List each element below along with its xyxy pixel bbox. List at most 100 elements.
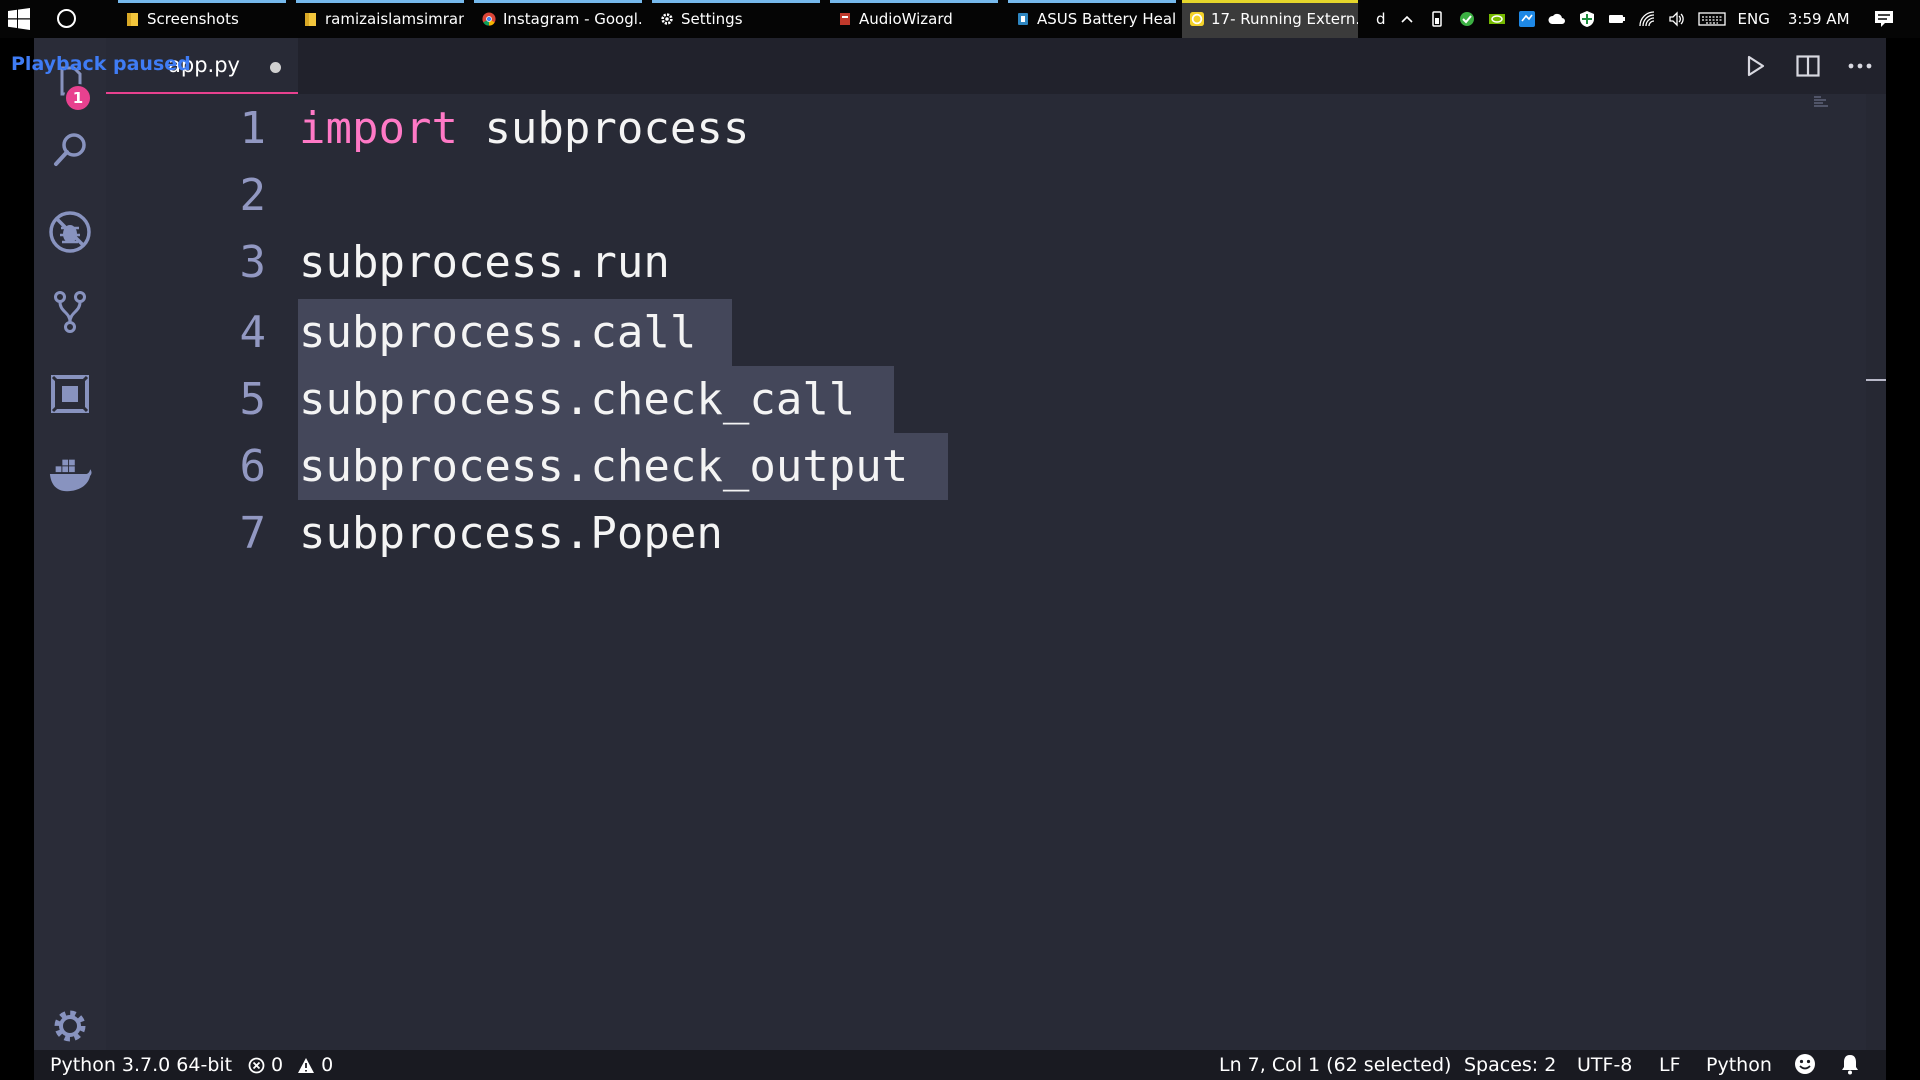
code-line[interactable]: 3 subprocess.run <box>106 229 1106 296</box>
manage-settings-button[interactable] <box>48 1004 92 1048</box>
line-number: 2 <box>239 170 267 221</box>
show-hidden-icons-icon[interactable] <box>1398 10 1416 28</box>
volume-icon[interactable] <box>1668 10 1686 28</box>
error-count: 0 <box>271 1054 284 1076</box>
system-tray: d ENG 3:59 AM <box>1370 0 1920 38</box>
notifications-button[interactable] <box>1840 1053 1860 1075</box>
code-text: subprocess.check_call <box>299 374 856 425</box>
code-line[interactable]: 7 subprocess.Popen <box>106 500 1106 567</box>
code-line[interactable]: 6 subprocess.check_output <box>106 433 1106 500</box>
more-icon <box>1848 63 1872 69</box>
docker-button[interactable] <box>48 452 92 496</box>
windows-taskbar: Screenshots ramizaislamsimran... Instagr… <box>0 0 1920 38</box>
taskbar-app-label: Settings <box>681 10 743 28</box>
more-actions-button[interactable] <box>1846 52 1874 80</box>
code-line[interactable]: 1 import subprocess <box>106 95 1106 162</box>
windows-defender-icon[interactable] <box>1578 10 1596 28</box>
code-editor[interactable]: 1 import subprocess 2 3 subprocess.run 4… <box>106 94 1886 1050</box>
docker-icon <box>49 459 92 492</box>
debug-icon <box>49 211 91 253</box>
line-number: 5 <box>239 374 267 425</box>
code-line[interactable]: 4 subprocess.call <box>106 299 1106 366</box>
taskbar-app-label: AudioWizard <box>859 10 953 28</box>
clock[interactable]: 3:59 AM <box>1776 10 1868 28</box>
source-control-icon <box>54 291 86 333</box>
code-text: subprocess.check_output <box>299 441 909 492</box>
identifier-token: subprocess <box>457 103 750 154</box>
action-center-icon[interactable] <box>1874 10 1894 28</box>
taskbar-app-video-player[interactable]: 17- Running Extern... <box>1182 0 1358 38</box>
warning-icon <box>298 1057 315 1073</box>
tray-blue-app-icon[interactable] <box>1518 10 1536 28</box>
taskbar-app-asus-battery[interactable]: ASUS Battery Heal... <box>1008 0 1176 38</box>
folder-icon <box>127 13 138 26</box>
line-number: 7 <box>239 508 267 559</box>
windows-start-icon[interactable] <box>8 8 30 30</box>
cursor-position[interactable]: Ln 7, Col 1 (62 selected) <box>1219 1054 1451 1076</box>
line-number: 4 <box>239 307 267 358</box>
bell-icon <box>1842 1055 1858 1075</box>
video-player-icon <box>1190 12 1204 26</box>
feedback-button[interactable] <box>1794 1053 1816 1075</box>
taskbar-app-label: ASUS Battery Heal... <box>1037 10 1176 28</box>
battery-icon[interactable] <box>1608 10 1626 28</box>
taskbar-app-label: Screenshots <box>147 10 239 28</box>
extensions-icon <box>51 375 89 413</box>
window-left-edge <box>0 38 34 1080</box>
taskbar-app-label: ramizaislamsimran... <box>325 10 464 28</box>
taskbar-app-audiowizard[interactable]: AudioWizard <box>830 0 998 38</box>
line-number: 3 <box>239 237 267 288</box>
minimap-icon <box>1814 96 1828 107</box>
touch-keyboard-icon[interactable] <box>1697 10 1726 28</box>
taskbar-app-label: Instagram - Googl... <box>503 10 642 28</box>
cortana-icon[interactable] <box>57 9 76 28</box>
source-control-button[interactable] <box>48 290 92 334</box>
python-interpreter-selector[interactable]: Python 3.7.0 64-bit <box>50 1054 232 1076</box>
line-number: 6 <box>239 441 267 492</box>
tray-green-app-icon[interactable] <box>1458 10 1476 28</box>
indentation-selector[interactable]: Spaces: 2 <box>1464 1054 1556 1076</box>
taskbar-app-settings[interactable]: Settings <box>652 0 820 38</box>
chrome-icon <box>482 12 496 26</box>
status-bar: Python 3.7.0 64-bit 0 0 Ln 7, Col 1 (62 … <box>34 1050 1886 1080</box>
tray-battery-app-icon[interactable] <box>1428 10 1446 28</box>
split-editor-icon <box>1796 55 1820 77</box>
scrollbar-cursor-marker <box>1866 379 1886 381</box>
taskbar-app-folder[interactable]: ramizaislamsimran... <box>296 0 464 38</box>
line-number: 1 <box>239 103 267 154</box>
warning-count: 0 <box>321 1054 334 1076</box>
language-mode-selector[interactable]: Python <box>1706 1054 1772 1076</box>
search-button[interactable] <box>48 128 92 172</box>
debug-button[interactable] <box>48 210 92 254</box>
extensions-button[interactable] <box>48 372 92 416</box>
editor-scrollbar[interactable] <box>1866 94 1886 1050</box>
audiowizard-icon <box>840 13 850 25</box>
error-icon <box>248 1057 265 1073</box>
run-file-button[interactable] <box>1742 52 1770 80</box>
taskbar-app-screenshots[interactable]: Screenshots <box>118 0 286 38</box>
taskbar-app-chrome[interactable]: Instagram - Googl... <box>474 0 642 38</box>
taskbar-app-label: 17- Running Extern... <box>1211 10 1358 28</box>
code-line[interactable]: 2 <box>106 162 1106 229</box>
code-line[interactable]: 5 subprocess.check_call <box>106 366 1106 433</box>
eol-selector[interactable]: LF <box>1659 1054 1681 1076</box>
onedrive-icon[interactable] <box>1548 10 1566 28</box>
code-text: subprocess.call <box>299 307 697 358</box>
unsaved-dot-icon[interactable] <box>270 62 281 73</box>
battery-health-icon <box>1018 13 1028 25</box>
settings-gear-icon <box>54 1010 86 1042</box>
window-right-edge <box>1886 38 1920 1080</box>
tray-overflow-label[interactable]: d <box>1370 10 1392 28</box>
play-icon <box>1747 55 1765 77</box>
encoding-selector[interactable]: UTF-8 <box>1577 1054 1632 1076</box>
explorer-unsaved-badge: 1 <box>64 84 92 112</box>
search-icon <box>54 133 86 166</box>
folder-icon <box>305 13 316 26</box>
problems-indicator[interactable]: 0 0 <box>248 1054 333 1076</box>
split-editor-button[interactable] <box>1794 52 1822 80</box>
code-text: import subprocess <box>299 95 749 162</box>
wifi-icon[interactable] <box>1638 10 1656 28</box>
gear-icon <box>661 13 673 25</box>
nvidia-icon[interactable] <box>1488 10 1506 28</box>
input-language-indicator[interactable]: ENG <box>1732 10 1776 28</box>
